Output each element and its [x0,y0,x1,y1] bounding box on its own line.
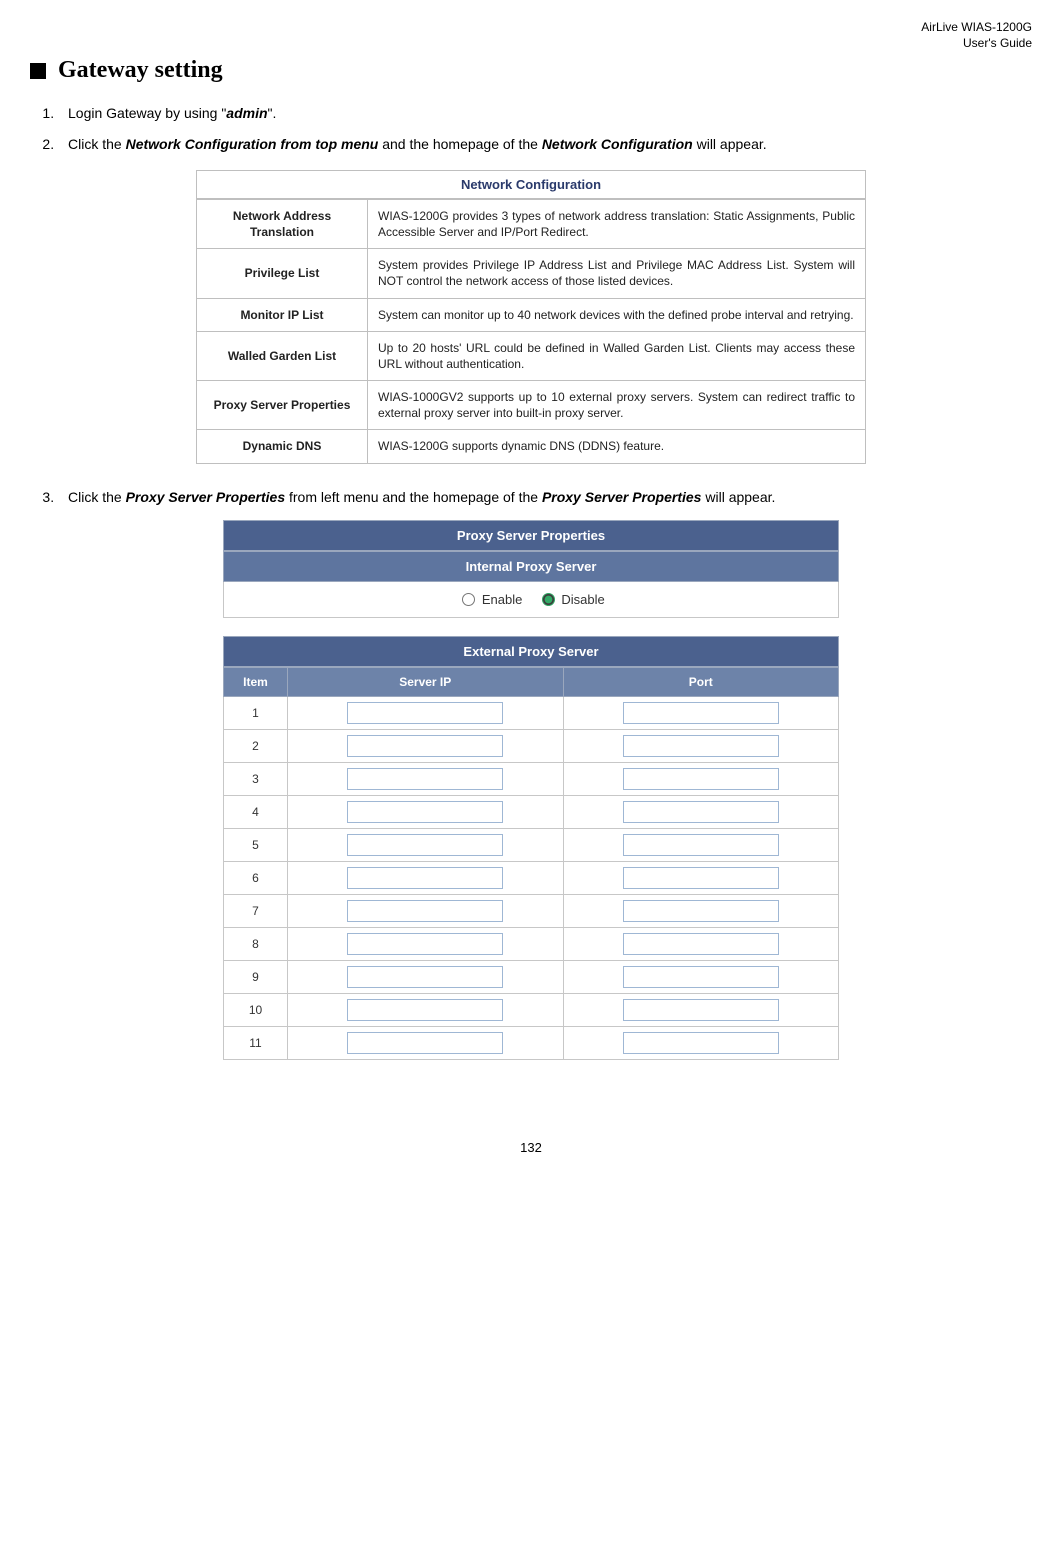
internal-proxy-radio-row: Enable Disable [223,582,839,618]
network-config-screenshot: Network Configuration Network Address Tr… [196,170,866,464]
item-number: 8 [224,928,288,961]
square-bullet-icon [30,63,46,79]
network-config-title: Network Configuration [196,170,866,199]
table-row: 4 [224,796,839,829]
section-heading: Gateway setting [30,57,1032,84]
server-ip-input[interactable] [347,735,503,757]
table-row: 11 [224,1027,839,1060]
item-number: 4 [224,796,288,829]
server-ip-input[interactable] [347,834,503,856]
table-row: 8 [224,928,839,961]
table-row: Monitor IP ListSystem can monitor up to … [197,298,866,331]
netcfg-row-desc: System provides Privilege IP Address Lis… [368,249,866,298]
item-number: 2 [224,730,288,763]
server-ip-input[interactable] [347,768,503,790]
item-number: 10 [224,994,288,1027]
server-ip-input[interactable] [347,702,503,724]
netcfg-row-label[interactable]: Privilege List [197,249,368,298]
step-3: Click the Proxy Server Properties from l… [58,482,1032,513]
col-item: Item [224,668,288,697]
server-ip-input[interactable] [347,801,503,823]
item-number: 6 [224,862,288,895]
item-number: 1 [224,697,288,730]
proxy-title-banner: Proxy Server Properties [223,520,839,551]
netcfg-row-label[interactable]: Dynamic DNS [197,430,368,463]
netcfg-row-label[interactable]: Proxy Server Properties [197,381,368,430]
netcfg-row-desc: Up to 20 hosts' URL could be defined in … [368,331,866,380]
netcfg-row-desc: WIAS-1000GV2 supports up to 10 external … [368,381,866,430]
port-input[interactable] [623,933,779,955]
doc-title: User's Guide [963,36,1032,50]
page-number: 132 [30,1140,1032,1155]
doc-header: AirLive WIAS-1200G User's Guide [30,20,1032,51]
item-number: 11 [224,1027,288,1060]
netcfg-row-desc: WIAS-1200G supports dynamic DNS (DDNS) f… [368,430,866,463]
table-row: 2 [224,730,839,763]
enable-option[interactable]: Enable [457,592,522,607]
section-title-text: Gateway setting [58,57,223,84]
step-2: Click the Network Configuration from top… [58,129,1032,160]
netcfg-row-label[interactable]: Network Address Translation [197,199,368,248]
server-ip-input[interactable] [347,867,503,889]
admin-keyword: admin [226,105,267,121]
external-proxy-table: Item Server IP Port 1234567891011 [223,667,839,1060]
col-port: Port [563,668,839,697]
port-input[interactable] [623,735,779,757]
steps-list-continued: Click the Proxy Server Properties from l… [30,482,1032,513]
netcfg-row-label[interactable]: Walled Garden List [197,331,368,380]
port-input[interactable] [623,1032,779,1054]
col-server-ip: Server IP [288,668,564,697]
server-ip-input[interactable] [347,900,503,922]
port-input[interactable] [623,702,779,724]
server-ip-input[interactable] [347,933,503,955]
netcfg-row-label[interactable]: Monitor IP List [197,298,368,331]
netcfg-row-desc: WIAS-1200G provides 3 types of network a… [368,199,866,248]
product-name: AirLive WIAS-1200G [921,20,1032,34]
item-number: 9 [224,961,288,994]
item-number: 5 [224,829,288,862]
item-number: 3 [224,763,288,796]
netcfg-row-desc: System can monitor up to 40 network devi… [368,298,866,331]
server-ip-input[interactable] [347,966,503,988]
proxy-properties-screenshot: Proxy Server Properties Internal Proxy S… [223,520,839,1060]
table-row: Walled Garden ListUp to 20 hosts' URL co… [197,331,866,380]
port-input[interactable] [623,966,779,988]
port-input[interactable] [623,801,779,823]
port-input[interactable] [623,867,779,889]
table-row: 9 [224,961,839,994]
table-row: 3 [224,763,839,796]
table-row: 10 [224,994,839,1027]
table-row: 7 [224,895,839,928]
item-number: 7 [224,895,288,928]
network-config-table: Network Address TranslationWIAS-1200G pr… [196,199,866,464]
disable-option[interactable]: Disable [537,592,605,607]
enable-radio[interactable] [462,593,475,606]
server-ip-input[interactable] [347,999,503,1021]
steps-list: Login Gateway by using "admin". Click th… [30,98,1032,160]
external-proxy-banner: External Proxy Server [223,636,839,667]
table-row: Network Address TranslationWIAS-1200G pr… [197,199,866,248]
port-input[interactable] [623,900,779,922]
table-row: 6 [224,862,839,895]
table-row: 5 [224,829,839,862]
internal-proxy-banner: Internal Proxy Server [223,551,839,582]
table-row: 1 [224,697,839,730]
server-ip-input[interactable] [347,1032,503,1054]
port-input[interactable] [623,834,779,856]
disable-radio[interactable] [542,593,555,606]
table-row: Privilege ListSystem provides Privilege … [197,249,866,298]
table-row: Proxy Server PropertiesWIAS-1000GV2 supp… [197,381,866,430]
port-input[interactable] [623,768,779,790]
table-row: Dynamic DNSWIAS-1200G supports dynamic D… [197,430,866,463]
port-input[interactable] [623,999,779,1021]
step-1: Login Gateway by using "admin". [58,98,1032,129]
